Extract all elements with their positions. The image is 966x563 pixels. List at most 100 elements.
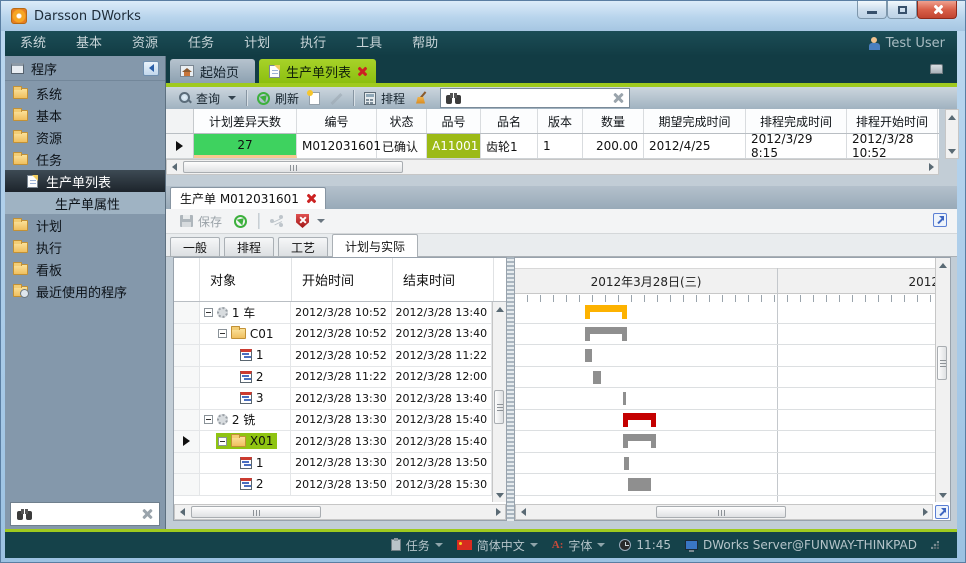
tree-row[interactable]: 12012/3/28 13:302012/3/28 13:50: [174, 453, 492, 475]
query-button[interactable]: 查询: [174, 88, 241, 108]
sidebar-item[interactable]: 执行: [5, 236, 165, 258]
validate-button[interactable]: [290, 214, 331, 228]
subtab-active[interactable]: 计划与实际: [332, 234, 418, 257]
tree-object-cell[interactable]: 3: [200, 388, 291, 409]
menu-item[interactable]: 执行: [285, 31, 341, 56]
tree-row[interactable]: C012012/3/28 10:522012/3/28 13:40: [174, 324, 492, 346]
tree-row[interactable]: 2 铣2012/3/28 13:302012/3/28 15:40: [174, 410, 492, 432]
tree-row[interactable]: 22012/3/28 11:222012/3/28 12:00: [174, 367, 492, 389]
collapse-box-icon[interactable]: [204, 415, 213, 424]
refresh-button[interactable]: 刷新: [252, 88, 304, 108]
sidebar-item[interactable]: 资源: [5, 126, 165, 148]
tree-start-cell: 2012/3/28 13:50: [291, 474, 391, 495]
language-button[interactable]: 简体中文: [457, 537, 538, 554]
subtab-item[interactable]: 排程: [224, 237, 274, 256]
gantt-bar-summary[interactable]: [585, 305, 627, 312]
maximize-button[interactable]: [887, 1, 917, 19]
gantt-bar-summary[interactable]: [623, 413, 656, 420]
sidebar-collapse-button[interactable]: [143, 61, 159, 76]
tree-row[interactable]: 1 车2012/3/28 10:522012/3/28 13:40: [174, 302, 492, 324]
gantt-popout-icon[interactable]: [935, 505, 949, 519]
gantt-bar-task[interactable]: [585, 349, 592, 362]
header-marker-cell: [166, 109, 194, 133]
tree-vertical-scrollbar[interactable]: [492, 302, 506, 502]
gantt-bar-task[interactable]: [628, 478, 651, 491]
subtab-item[interactable]: 工艺: [278, 237, 328, 256]
tree-object-cell[interactable]: 2: [200, 367, 291, 388]
save-button[interactable]: 保存: [174, 213, 228, 230]
sidebar-item[interactable]: 任务: [5, 148, 165, 170]
clean-button[interactable]: [410, 88, 434, 108]
popout-icon[interactable]: [933, 213, 947, 227]
menu-item[interactable]: 资源: [117, 31, 173, 56]
menu-item[interactable]: 任务: [173, 31, 229, 56]
detail-refresh-button[interactable]: [228, 215, 253, 228]
menu-item[interactable]: 系统: [5, 31, 61, 56]
tree-horizontal-scrollbar[interactable]: [174, 504, 506, 520]
clear-search-icon[interactable]: [612, 92, 624, 104]
tab-home[interactable]: 起始页: [170, 59, 255, 83]
menu-item[interactable]: 基本: [61, 31, 117, 56]
sidebar-item[interactable]: 系统: [5, 82, 165, 104]
gantt-row: [515, 302, 935, 324]
sidebar-item[interactable]: 基本: [5, 104, 165, 126]
tree-row[interactable]: 22012/3/28 13:502012/3/28 15:30: [174, 474, 492, 496]
gantt-horizontal-scrollbar[interactable]: [515, 504, 933, 520]
tree-row[interactable]: 32012/3/28 13:302012/3/28 13:40: [174, 388, 492, 410]
list-search-input[interactable]: [465, 91, 608, 105]
gantt-bar-task[interactable]: [623, 392, 626, 405]
orders-cell-diff_days: 27: [194, 134, 297, 158]
collapse-box-icon[interactable]: [204, 308, 213, 317]
gantt-bar-summary[interactable]: [585, 327, 627, 334]
tree-row[interactable]: X012012/3/28 13:302012/3/28 15:40: [174, 431, 492, 453]
tree-row[interactable]: 12012/3/28 10:522012/3/28 11:22: [174, 345, 492, 367]
sidebar-item[interactable]: 计划: [5, 214, 165, 236]
menu-item[interactable]: 计划: [229, 31, 285, 56]
gantt-bar-summary[interactable]: [623, 434, 656, 441]
minimize-button[interactable]: [857, 1, 887, 19]
menu-item[interactable]: 帮助: [397, 31, 453, 56]
font-button[interactable]: A: 字体: [552, 537, 606, 554]
task-status-button[interactable]: 任务: [391, 537, 443, 554]
gantt-vertical-scrollbar[interactable]: [935, 258, 950, 502]
pin-icon[interactable]: [930, 64, 943, 74]
close-tab-icon[interactable]: [357, 67, 366, 76]
tree-start-cell: 2012/3/28 13:30: [291, 431, 391, 452]
sidebar-item[interactable]: 生产单列表: [5, 170, 165, 192]
subtab-item[interactable]: 一般: [170, 237, 220, 256]
sidebar-item[interactable]: 最近使用的程序: [5, 280, 165, 302]
panel-splitter[interactable]: [507, 257, 514, 521]
title-bar[interactable]: Darsson DWorks: [1, 1, 965, 31]
close-button[interactable]: [917, 1, 957, 19]
tree-object-cell[interactable]: 1: [200, 453, 291, 474]
clear-search-icon[interactable]: [141, 508, 153, 520]
orders-vertical-scrollbar[interactable]: [945, 109, 959, 159]
tree-object-cell[interactable]: C01: [200, 324, 291, 345]
gantt-bar-task[interactable]: [624, 457, 629, 470]
tree-object-cell[interactable]: 2 铣: [200, 410, 291, 431]
tree-object-cell[interactable]: 2: [200, 474, 291, 495]
orders-grid-row[interactable]: 27M012031601已确认A11001齿轮11200.002012/4/25…: [166, 134, 939, 159]
tree-object-cell[interactable]: 1 车: [200, 302, 291, 323]
collapse-box-icon[interactable]: [218, 437, 227, 446]
orders-horizontal-scrollbar[interactable]: [166, 159, 939, 175]
tree-object-cell[interactable]: X01: [200, 431, 291, 452]
edit-button[interactable]: [325, 88, 348, 108]
route-button[interactable]: [264, 215, 290, 227]
new-button[interactable]: [304, 88, 325, 108]
sidebar-item-label: 系统: [36, 84, 62, 103]
menu-item[interactable]: 工具: [341, 31, 397, 56]
sidebar-item[interactable]: 生产单属性: [5, 192, 165, 214]
user-indicator[interactable]: Test User: [869, 36, 945, 51]
sidebar-search-input[interactable]: [36, 507, 137, 521]
sidebar-item[interactable]: 看板: [5, 258, 165, 280]
resize-grip[interactable]: [931, 541, 939, 549]
tree-object-cell[interactable]: 1: [200, 345, 291, 366]
schedule-button[interactable]: 排程: [359, 88, 410, 108]
close-tab-icon[interactable]: [307, 194, 316, 203]
gantt-bar-task[interactable]: [593, 371, 601, 384]
tab-active[interactable]: 生产单列表: [259, 59, 376, 83]
detail-tab[interactable]: 生产单 M012031601: [170, 187, 326, 209]
collapse-box-icon[interactable]: [218, 329, 227, 338]
orders-cell-sched_start: 2012/3/28 10:52: [847, 134, 938, 158]
